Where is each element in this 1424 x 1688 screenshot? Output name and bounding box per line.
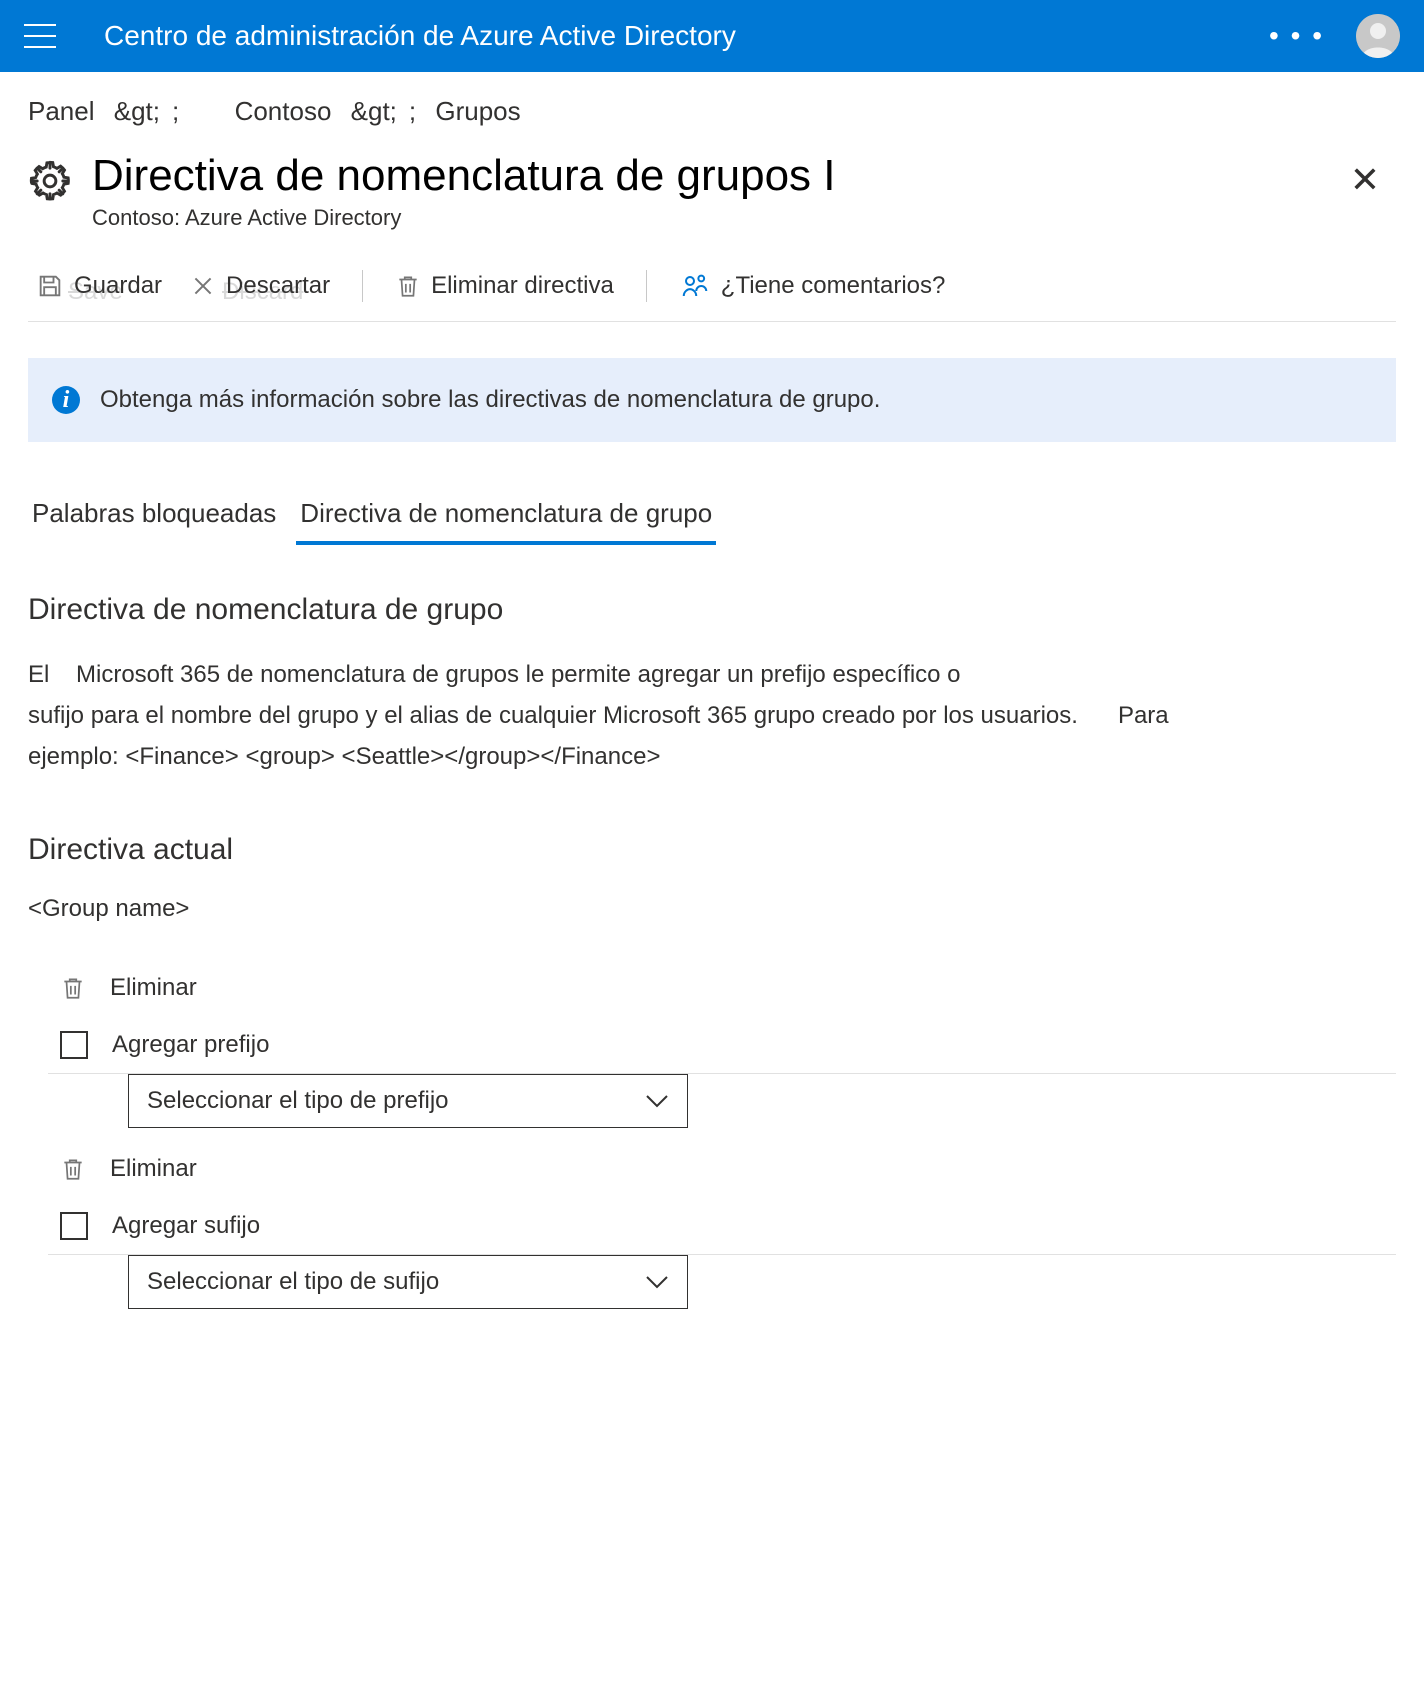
add-suffix-label: Agregar sufijo — [112, 1212, 260, 1240]
add-suffix-checkbox[interactable] — [60, 1212, 88, 1240]
add-prefix-label: Agregar prefijo — [112, 1031, 269, 1059]
info-text: Obtenga más información sobre las direct… — [100, 386, 880, 414]
save-button[interactable]: Guardar Save — [28, 268, 170, 304]
page-header: Directiva de nomenclatura de grupos I Co… — [28, 151, 1396, 231]
chevron-down-icon — [645, 1275, 669, 1289]
breadcrumb-groups[interactable]: Grupos — [435, 96, 520, 126]
section-description: El Microsoft 365 de nomenclatura de grup… — [28, 655, 1396, 777]
save-label: Guardar — [74, 272, 162, 300]
remove-prefix-row: Eliminar — [48, 959, 1396, 1017]
tab-naming-policy[interactable]: Directiva de nomenclatura de grupo — [296, 490, 716, 545]
close-icon[interactable]: ✕ — [1334, 151, 1396, 209]
breadcrumb-panel[interactable]: Panel &gt;; — [28, 96, 179, 126]
breadcrumb-org[interactable]: Contoso &gt;; — [235, 96, 417, 126]
current-policy-heading: Directiva actual — [28, 833, 1396, 867]
feedback-label: ¿Tiene comentarios? — [721, 272, 946, 300]
discard-label: Descartar — [226, 272, 330, 300]
top-bar: Centro de administración de Azure Active… — [0, 0, 1424, 72]
hamburger-menu-icon[interactable] — [24, 24, 56, 48]
delete-policy-button[interactable]: Eliminar directiva — [387, 268, 622, 304]
avatar[interactable] — [1356, 14, 1400, 58]
remove-suffix-row: Eliminar — [48, 1140, 1396, 1198]
suffix-dropdown-label: Seleccionar el tipo de sufijo — [147, 1268, 439, 1296]
page-title: Directiva de nomenclatura de grupos I — [92, 151, 1314, 201]
delete-policy-label: Eliminar directiva — [431, 272, 614, 300]
remove-prefix-label: Eliminar — [110, 974, 197, 1002]
info-icon: i — [52, 386, 80, 414]
prefix-type-dropdown[interactable]: Seleccionar el tipo de prefijo — [128, 1074, 688, 1128]
gear-icon — [28, 159, 72, 203]
breadcrumb: Panel &gt;; Contoso &gt;; Grupos — [28, 96, 1396, 127]
tabs: Palabras bloqueadas Directiva de nomencl… — [28, 490, 1396, 545]
discard-button[interactable]: Descartar Discard — [182, 268, 338, 304]
tab-blocked-words[interactable]: Palabras bloqueadas — [28, 490, 280, 545]
toolbar: Guardar Save Descartar Discard Eliminar … — [28, 247, 1396, 322]
app-title: Centro de administración de Azure Active… — [104, 20, 736, 52]
add-prefix-checkbox[interactable] — [60, 1031, 88, 1059]
add-suffix-row: Agregar sufijo — [48, 1198, 1396, 1255]
toolbar-separator — [646, 270, 647, 302]
more-icon[interactable]: • • • — [1269, 20, 1324, 52]
feedback-button[interactable]: ¿Tiene comentarios? — [671, 267, 954, 305]
trash-icon[interactable] — [60, 973, 86, 1003]
remove-suffix-label: Eliminar — [110, 1155, 197, 1183]
current-group-name: <Group name> — [28, 895, 1396, 923]
page-subtitle: Contoso: Azure Active Directory — [92, 205, 1314, 231]
suffix-type-dropdown[interactable]: Seleccionar el tipo de sufijo — [128, 1255, 688, 1309]
info-banner[interactable]: i Obtenga más información sobre las dire… — [28, 358, 1396, 442]
toolbar-separator — [362, 270, 363, 302]
prefix-dropdown-label: Seleccionar el tipo de prefijo — [147, 1087, 449, 1115]
add-prefix-row: Agregar prefijo — [48, 1017, 1396, 1074]
chevron-down-icon — [645, 1094, 669, 1108]
section-heading: Directiva de nomenclatura de grupo — [28, 593, 1396, 627]
trash-icon[interactable] — [60, 1154, 86, 1184]
